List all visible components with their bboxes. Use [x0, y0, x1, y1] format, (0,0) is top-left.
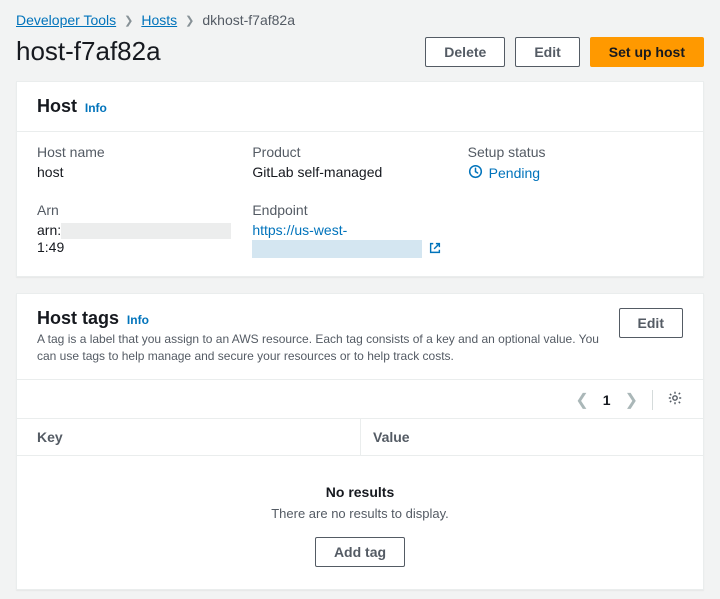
arn-label: Arn [37, 202, 252, 218]
external-link-icon[interactable] [428, 241, 442, 258]
host-tags-panel: Host tags Info A tag is a label that you… [16, 293, 704, 590]
breadcrumb-hosts[interactable]: Hosts [141, 12, 177, 28]
field-setup-status: Setup status Pending [468, 144, 683, 182]
prev-page-button[interactable]: ❮ [575, 390, 588, 410]
col-value: Value [360, 419, 683, 455]
setup-host-button[interactable]: Set up host [590, 37, 704, 67]
chevron-right-icon: ❯ [124, 14, 133, 27]
next-page-button[interactable]: ❯ [625, 390, 638, 410]
tags-panel-title: Host tags [37, 308, 119, 328]
endpoint-label: Endpoint [252, 202, 467, 218]
host-name-label: Host name [37, 144, 252, 160]
chevron-right-icon: ❯ [185, 14, 194, 27]
redacted-block [61, 223, 231, 239]
edit-tags-button[interactable]: Edit [619, 308, 683, 338]
empty-subtitle: There are no results to display. [17, 506, 703, 521]
tags-empty-state: No results There are no results to displ… [17, 456, 703, 589]
host-name-value: host [37, 164, 252, 180]
add-tag-button[interactable]: Add tag [315, 537, 405, 567]
field-arn: Arn arn: 1:49 [37, 202, 252, 258]
tags-info-link[interactable]: Info [127, 313, 149, 327]
setup-status-label: Setup status [468, 144, 683, 160]
host-info-link[interactable]: Info [85, 101, 107, 115]
field-spacer [468, 202, 683, 258]
action-buttons: Delete Edit Set up host [425, 37, 704, 67]
tags-pagination: ❮ 1 ❯ [17, 380, 703, 418]
field-host-name: Host name host [37, 144, 252, 182]
page-title: host-f7af82a [16, 36, 161, 67]
host-panel-header: Host Info [17, 82, 703, 132]
host-panel-title: Host [37, 96, 77, 116]
breadcrumb-current: dkhost-f7af82a [202, 12, 295, 28]
tags-panel-header: Host tags Info A tag is a label that you… [17, 294, 703, 380]
product-label: Product [252, 144, 467, 160]
field-endpoint: Endpoint https://us-west- [252, 202, 467, 258]
arn-line1: arn: [37, 222, 61, 238]
endpoint-link[interactable]: https://us-west- [252, 222, 467, 238]
col-key: Key [37, 419, 360, 455]
page-header: host-f7af82a Delete Edit Set up host [0, 34, 720, 81]
pending-icon [468, 164, 483, 182]
edit-button[interactable]: Edit [515, 37, 579, 67]
endpoint-redacted [252, 240, 422, 258]
delete-button[interactable]: Delete [425, 37, 505, 67]
empty-title: No results [17, 484, 703, 500]
page-number: 1 [603, 392, 611, 408]
arn-line2: 1:49 [37, 239, 64, 255]
arn-value: arn: 1:49 [37, 222, 252, 255]
host-fields-grid: Host name host Product GitLab self-manag… [17, 132, 703, 276]
divider [652, 390, 653, 410]
setup-status-value: Pending [468, 164, 683, 182]
tags-table-header: Key Value [17, 418, 703, 456]
product-value: GitLab self-managed [252, 164, 467, 180]
settings-icon[interactable] [667, 390, 683, 409]
tags-description: A tag is a label that you assign to an A… [37, 331, 607, 365]
breadcrumb-developer-tools[interactable]: Developer Tools [16, 12, 116, 28]
host-panel: Host Info Host name host Product GitLab … [16, 81, 704, 277]
breadcrumb: Developer Tools ❯ Hosts ❯ dkhost-f7af82a [0, 0, 720, 34]
field-product: Product GitLab self-managed [252, 144, 467, 182]
setup-status-text: Pending [489, 165, 540, 181]
